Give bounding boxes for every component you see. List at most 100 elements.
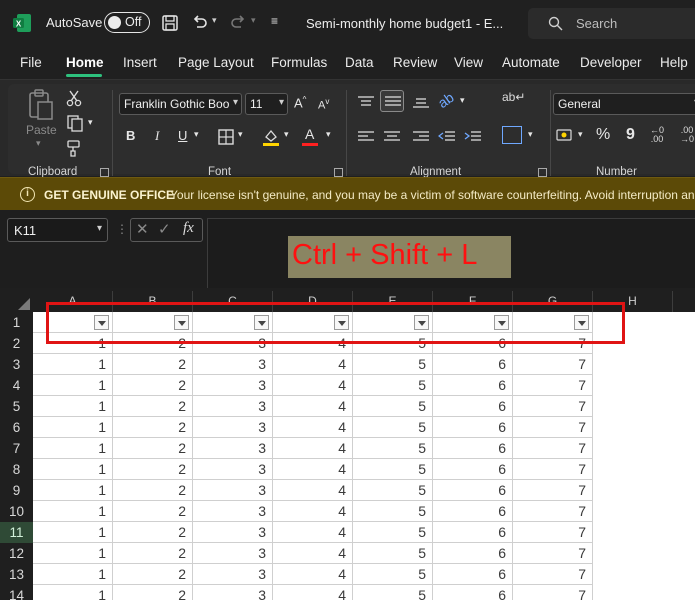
cell-c14[interactable]: 3 [193, 585, 273, 600]
cell-a7[interactable]: 1 [33, 438, 113, 459]
number-format-combo[interactable]: General ▾ [553, 93, 695, 115]
accounting-dropdown-icon[interactable]: ▾ [578, 129, 583, 140]
cell-f7[interactable]: 6 [433, 438, 513, 459]
cell-b8[interactable]: 2 [113, 459, 193, 480]
row-header-13[interactable]: 13 [0, 564, 33, 585]
row-header-7[interactable]: 7 [0, 438, 33, 459]
cell-d3[interactable]: 4 [273, 354, 353, 375]
cell-c13[interactable]: 3 [193, 564, 273, 585]
cell-h14[interactable] [593, 585, 673, 600]
tab-automate[interactable]: Automate [502, 55, 560, 70]
cell-h13[interactable] [593, 564, 673, 585]
cell-g4[interactable]: 7 [513, 375, 593, 396]
insert-function-button[interactable]: fx [183, 220, 194, 237]
copy-icon[interactable] [66, 114, 84, 132]
clipboard-launcher-icon[interactable] [100, 168, 109, 177]
cell-h10[interactable] [593, 501, 673, 522]
cell-d13[interactable]: 4 [273, 564, 353, 585]
cell-g3[interactable]: 7 [513, 354, 593, 375]
cell-g5[interactable]: 7 [513, 396, 593, 417]
save-icon[interactable] [160, 13, 180, 33]
cell-b13[interactable]: 2 [113, 564, 193, 585]
tab-insert[interactable]: Insert [123, 55, 157, 70]
cell-b4[interactable]: 2 [113, 375, 193, 396]
borders-icon[interactable] [218, 129, 234, 145]
cell-e3[interactable]: 5 [353, 354, 433, 375]
row-header-5[interactable]: 5 [0, 396, 33, 417]
search-box[interactable]: Search [528, 8, 695, 39]
cut-icon[interactable] [66, 89, 82, 107]
underline-button[interactable]: U [178, 128, 187, 143]
tab-page-layout[interactable]: Page Layout [178, 55, 254, 70]
cell-c7[interactable]: 3 [193, 438, 273, 459]
cell-g6[interactable]: 7 [513, 417, 593, 438]
increase-indent-icon[interactable] [464, 130, 482, 144]
cell-c4[interactable]: 3 [193, 375, 273, 396]
cell-e12[interactable]: 5 [353, 543, 433, 564]
tab-data[interactable]: Data [345, 55, 374, 70]
cell-a14[interactable]: 1 [33, 585, 113, 600]
paste-label[interactable]: Paste [26, 123, 57, 137]
italic-button[interactable]: I [155, 128, 159, 144]
row-header-12[interactable]: 12 [0, 543, 33, 564]
autosave-toggle[interactable]: Off [104, 12, 150, 33]
tab-file[interactable]: File [20, 55, 42, 70]
sheet-cells[interactable]: 1234567123456712345671234567123456712345… [33, 312, 695, 600]
borders-dropdown-icon[interactable]: ▾ [238, 129, 243, 140]
increase-font-size-icon[interactable]: A^ [294, 95, 306, 110]
row-header-1[interactable]: 1 [0, 312, 33, 333]
font-size-combo[interactable]: 11 ▾ [245, 93, 288, 115]
cell-b14[interactable]: 2 [113, 585, 193, 600]
orientation-dropdown-icon[interactable]: ▾ [460, 95, 465, 106]
bottom-align-icon[interactable] [412, 95, 430, 109]
cell-d11[interactable]: 4 [273, 522, 353, 543]
row-header-14[interactable]: 14 [0, 585, 33, 600]
cell-b10[interactable]: 2 [113, 501, 193, 522]
middle-align-button[interactable] [380, 90, 404, 112]
underline-dropdown-icon[interactable]: ▾ [194, 129, 199, 140]
decrease-indent-icon[interactable] [438, 130, 456, 144]
alignment-launcher-icon[interactable] [538, 168, 547, 177]
merge-center-icon[interactable] [502, 126, 522, 144]
row-header-11[interactable]: 11 [0, 522, 33, 543]
row-header-2[interactable]: 2 [0, 333, 33, 354]
fill-color-icon[interactable] [262, 127, 280, 147]
cell-c10[interactable]: 3 [193, 501, 273, 522]
cell-g7[interactable]: 7 [513, 438, 593, 459]
cell-e14[interactable]: 5 [353, 585, 433, 600]
customize-toolbar-icon[interactable]: ≡ [271, 14, 291, 34]
cell-h3[interactable] [593, 354, 673, 375]
cell-f14[interactable]: 6 [433, 585, 513, 600]
wrap-text-icon[interactable]: ab↵ [502, 90, 525, 104]
cell-b5[interactable]: 2 [113, 396, 193, 417]
cell-e6[interactable]: 5 [353, 417, 433, 438]
row-header-4[interactable]: 4 [0, 375, 33, 396]
cell-d4[interactable]: 4 [273, 375, 353, 396]
cell-b11[interactable]: 2 [113, 522, 193, 543]
cell-a3[interactable]: 1 [33, 354, 113, 375]
row-header-10[interactable]: 10 [0, 501, 33, 522]
cell-a8[interactable]: 1 [33, 459, 113, 480]
cell-c3[interactable]: 3 [193, 354, 273, 375]
cell-c5[interactable]: 3 [193, 396, 273, 417]
cell-c6[interactable]: 3 [193, 417, 273, 438]
align-center-icon[interactable] [383, 130, 401, 144]
cell-f3[interactable]: 6 [433, 354, 513, 375]
enter-icon[interactable]: ✓ [158, 220, 171, 238]
cell-f12[interactable]: 6 [433, 543, 513, 564]
cell-e4[interactable]: 5 [353, 375, 433, 396]
tab-review[interactable]: Review [393, 55, 437, 70]
cell-a12[interactable]: 1 [33, 543, 113, 564]
redo-dropdown-icon[interactable]: ▾ [251, 15, 271, 35]
cell-f4[interactable]: 6 [433, 375, 513, 396]
cell-h8[interactable] [593, 459, 673, 480]
select-all-icon[interactable] [18, 298, 30, 310]
format-painter-icon[interactable] [66, 139, 84, 157]
cell-c12[interactable]: 3 [193, 543, 273, 564]
cell-h5[interactable] [593, 396, 673, 417]
cell-b7[interactable]: 2 [113, 438, 193, 459]
cell-f5[interactable]: 6 [433, 396, 513, 417]
cell-h11[interactable] [593, 522, 673, 543]
cell-b6[interactable]: 2 [113, 417, 193, 438]
cell-g9[interactable]: 7 [513, 480, 593, 501]
